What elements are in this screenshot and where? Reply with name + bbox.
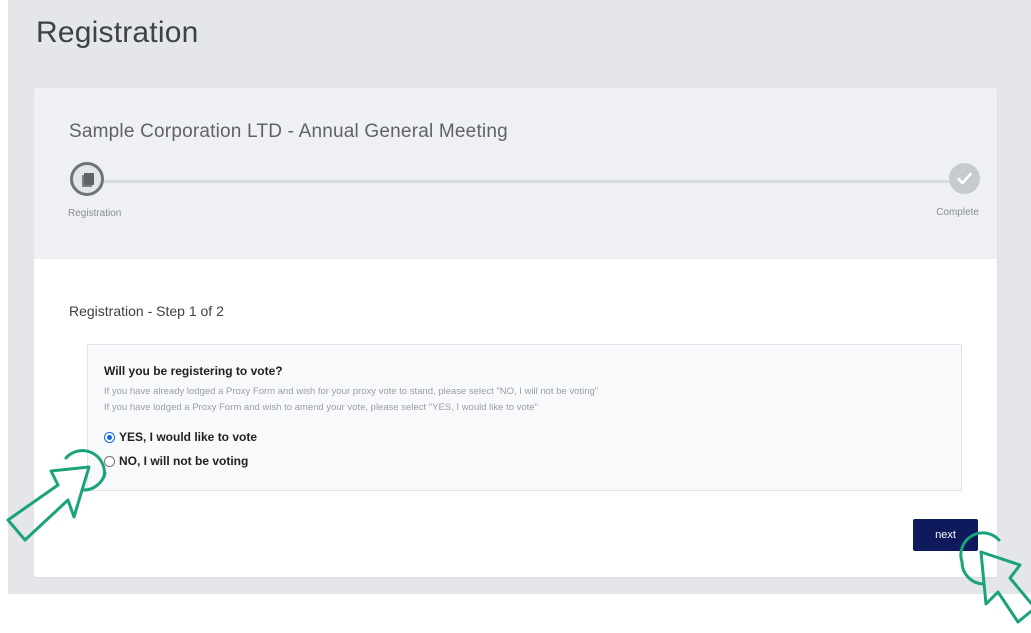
step-heading: Registration - Step 1 of 2 [69,303,224,319]
card-header: Sample Corporation LTD - Annual General … [34,88,997,259]
radio-yes-vote[interactable] [104,431,115,443]
step-label-registration: Registration [68,208,122,219]
progress-track [104,180,954,183]
option-yes-vote[interactable]: YES, I would like to vote [104,430,257,444]
vote-question-panel: Will you be registering to vote? If you … [87,344,962,491]
option-label-no: NO, I will not be voting [119,454,249,468]
question-title: Will you be registering to vote? [104,364,283,378]
help-text: If you have already lodged a Proxy Form … [104,386,599,397]
registration-card: Sample Corporation LTD - Annual General … [34,88,997,577]
meeting-title: Sample Corporation LTD - Annual General … [69,121,508,142]
step-registration-indicator [70,162,104,196]
option-no-vote[interactable]: NO, I will not be voting [104,454,248,468]
radio-no-vote[interactable] [104,455,115,467]
document-icon [82,173,94,187]
step-complete-indicator [949,163,980,194]
option-label-yes: YES, I would like to vote [119,430,258,444]
step-label-complete: Complete [936,207,979,218]
page-title: Registration [36,16,199,49]
help-text: If you have lodged a Proxy Form and wish… [104,402,538,413]
check-icon [957,172,972,185]
next-button[interactable]: next [913,519,978,551]
